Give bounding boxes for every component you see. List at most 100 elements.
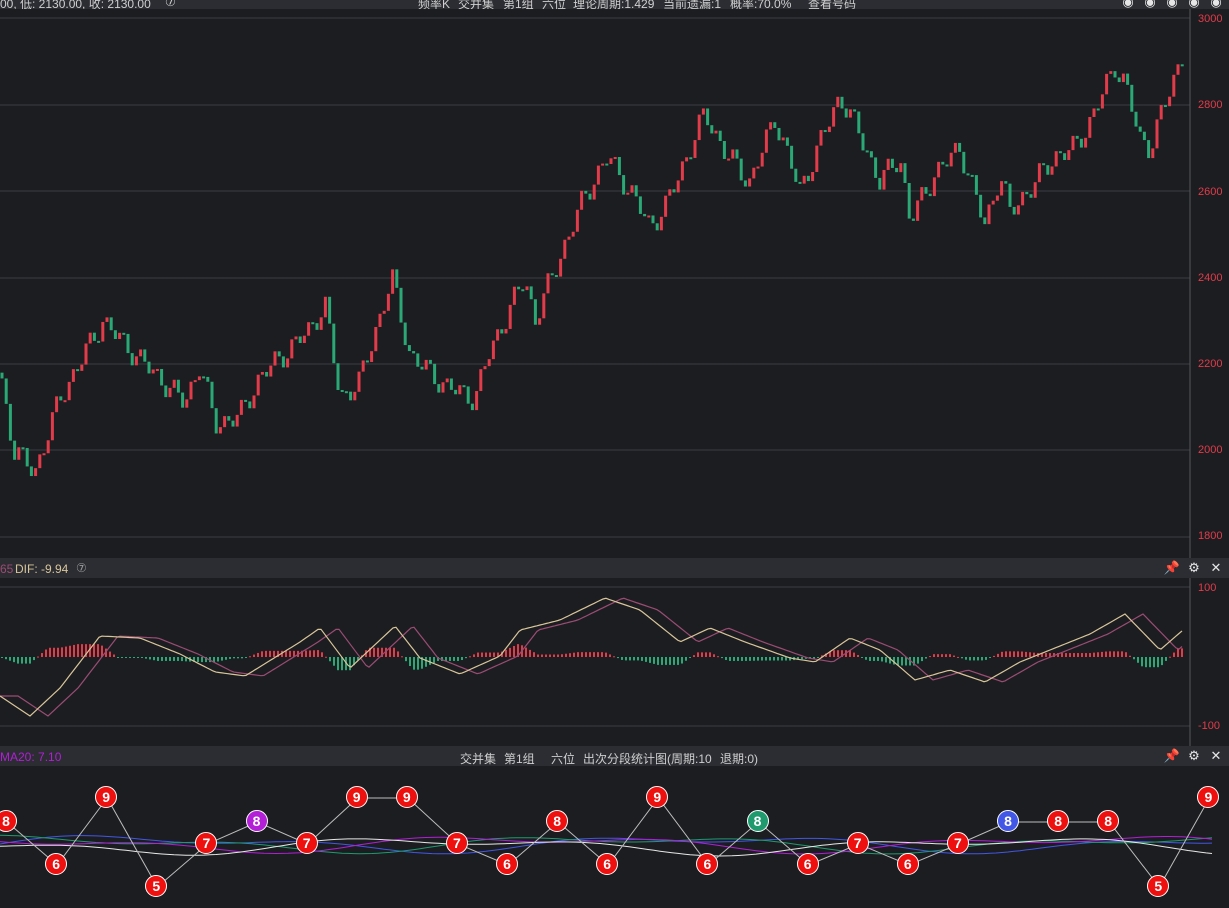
up-candle	[302, 335, 306, 344]
down-candle	[874, 157, 878, 178]
sequence-node[interactable]: 9	[395, 786, 418, 808]
macd-up-bar	[81, 644, 83, 657]
sequence-node[interactable]: 8	[546, 810, 569, 832]
sequence-node[interactable]: 8	[1097, 810, 1120, 832]
gear-icon[interactable]: ⚙	[1187, 560, 1201, 575]
macd-up-bar	[593, 652, 595, 657]
pin-icon[interactable]: 📌	[1164, 748, 1180, 763]
down-candle	[1134, 111, 1138, 127]
help-icon[interactable]: ⑦	[76, 561, 87, 575]
macd-down-bar	[225, 657, 227, 660]
sequence-node[interactable]: 8	[746, 810, 769, 832]
down-candle	[433, 363, 437, 385]
sequence-node[interactable]: 7	[846, 832, 869, 854]
down-candle	[1142, 131, 1146, 141]
macd-down-bar	[21, 657, 23, 664]
down-candle	[1042, 163, 1046, 166]
macd-down-bar	[725, 657, 727, 661]
pin-icon[interactable]: 📌	[1164, 560, 1180, 575]
sequence-node[interactable]: 9	[1197, 786, 1220, 808]
sequence-node[interactable]: 9	[646, 786, 669, 808]
tool-icon-4[interactable]: ◉	[1187, 0, 1201, 9]
sequence-node[interactable]: 9	[95, 786, 118, 808]
up-candle	[693, 140, 697, 158]
down-candle	[420, 366, 424, 370]
macd-up-bar	[585, 652, 587, 657]
sequence-node[interactable]: 7	[295, 832, 318, 854]
sequence-node[interactable]: 5	[145, 875, 168, 897]
down-candle	[605, 163, 609, 166]
up-candle	[134, 356, 138, 366]
up-candle	[932, 177, 936, 197]
macd-up-bar	[109, 651, 111, 657]
help-icon[interactable]: ⑦	[165, 0, 176, 9]
sequence-node[interactable]: 7	[946, 832, 969, 854]
up-candle	[294, 336, 298, 340]
up-candle	[475, 391, 479, 411]
sequence-node[interactable]: 7	[445, 832, 468, 854]
up-candle	[374, 327, 378, 352]
sequence-node[interactable]: 8	[245, 810, 268, 832]
macd-up-bar	[709, 652, 711, 657]
up-candle	[445, 378, 449, 383]
tool-icon-5[interactable]: ◉	[1209, 0, 1223, 9]
down-candle	[588, 193, 592, 200]
down-candle	[59, 396, 63, 401]
macd-down-bar	[737, 657, 739, 661]
up-candle	[764, 129, 768, 153]
macd-up-bar	[313, 650, 315, 657]
down-candle	[903, 163, 907, 184]
up-candle	[802, 175, 806, 184]
down-candle	[454, 389, 458, 395]
sequence-node[interactable]: 5	[1147, 875, 1170, 897]
macd-up-bar	[561, 654, 563, 657]
up-candle	[361, 360, 365, 372]
sequence-node[interactable]: 6	[45, 853, 68, 875]
sequence-node[interactable]: 8	[997, 810, 1019, 832]
down-candle	[206, 376, 210, 382]
tab-union[interactable]: 交并集	[458, 0, 494, 9]
macd-up-bar	[1169, 656, 1171, 658]
macd-down-bar	[689, 657, 691, 658]
gear-icon[interactable]: ⚙	[1187, 748, 1201, 763]
close-icon[interactable]: ✕	[1209, 748, 1223, 763]
macd-up-bar	[289, 650, 291, 657]
view-numbers-button[interactable]: 查看号码	[808, 0, 856, 9]
up-candle	[748, 178, 752, 187]
price-tick: 2800	[1198, 99, 1223, 111]
tool-icon-1[interactable]: ◉	[1121, 0, 1135, 9]
macd-down-bar	[977, 657, 979, 661]
sequence-node[interactable]: 8	[1047, 810, 1070, 832]
sequence-node[interactable]: 7	[195, 832, 218, 854]
sequence-node[interactable]: 6	[596, 853, 619, 875]
up-candle	[920, 187, 924, 201]
up-candle	[168, 387, 172, 398]
sequence-node[interactable]: 6	[496, 853, 518, 875]
down-candle	[344, 391, 348, 394]
macd-down-bar	[1137, 657, 1139, 663]
down-candle	[911, 218, 915, 221]
macd-down-bar	[973, 657, 975, 661]
sequence-node[interactable]: 6	[696, 853, 719, 875]
macd-up-bar	[1061, 653, 1063, 657]
close-icon[interactable]: ✕	[1209, 560, 1223, 575]
tool-icon-3[interactable]: ◉	[1165, 0, 1179, 9]
down-candle	[790, 145, 794, 169]
macd-up-bar	[945, 654, 947, 657]
sequence-node[interactable]: 6	[896, 853, 919, 875]
up-candle	[1176, 64, 1180, 75]
macd-down-bar	[201, 657, 203, 663]
tool-icon-2[interactable]: ◉	[1143, 0, 1157, 9]
macd-down-bar	[885, 657, 887, 663]
macd-down-bar	[1165, 657, 1167, 661]
up-candle	[546, 273, 550, 294]
macd-up-bar	[377, 647, 379, 657]
macd-down-bar	[5, 657, 7, 660]
sequence-node[interactable]: 6	[796, 853, 819, 875]
macd-up-bar	[601, 652, 603, 657]
sequence-node[interactable]: 9	[345, 786, 368, 808]
macd-down-bar	[9, 657, 11, 661]
macd-up-bar	[1105, 651, 1107, 657]
up-candle	[760, 152, 764, 167]
tab-frequency-k[interactable]: 频率K	[418, 0, 450, 9]
